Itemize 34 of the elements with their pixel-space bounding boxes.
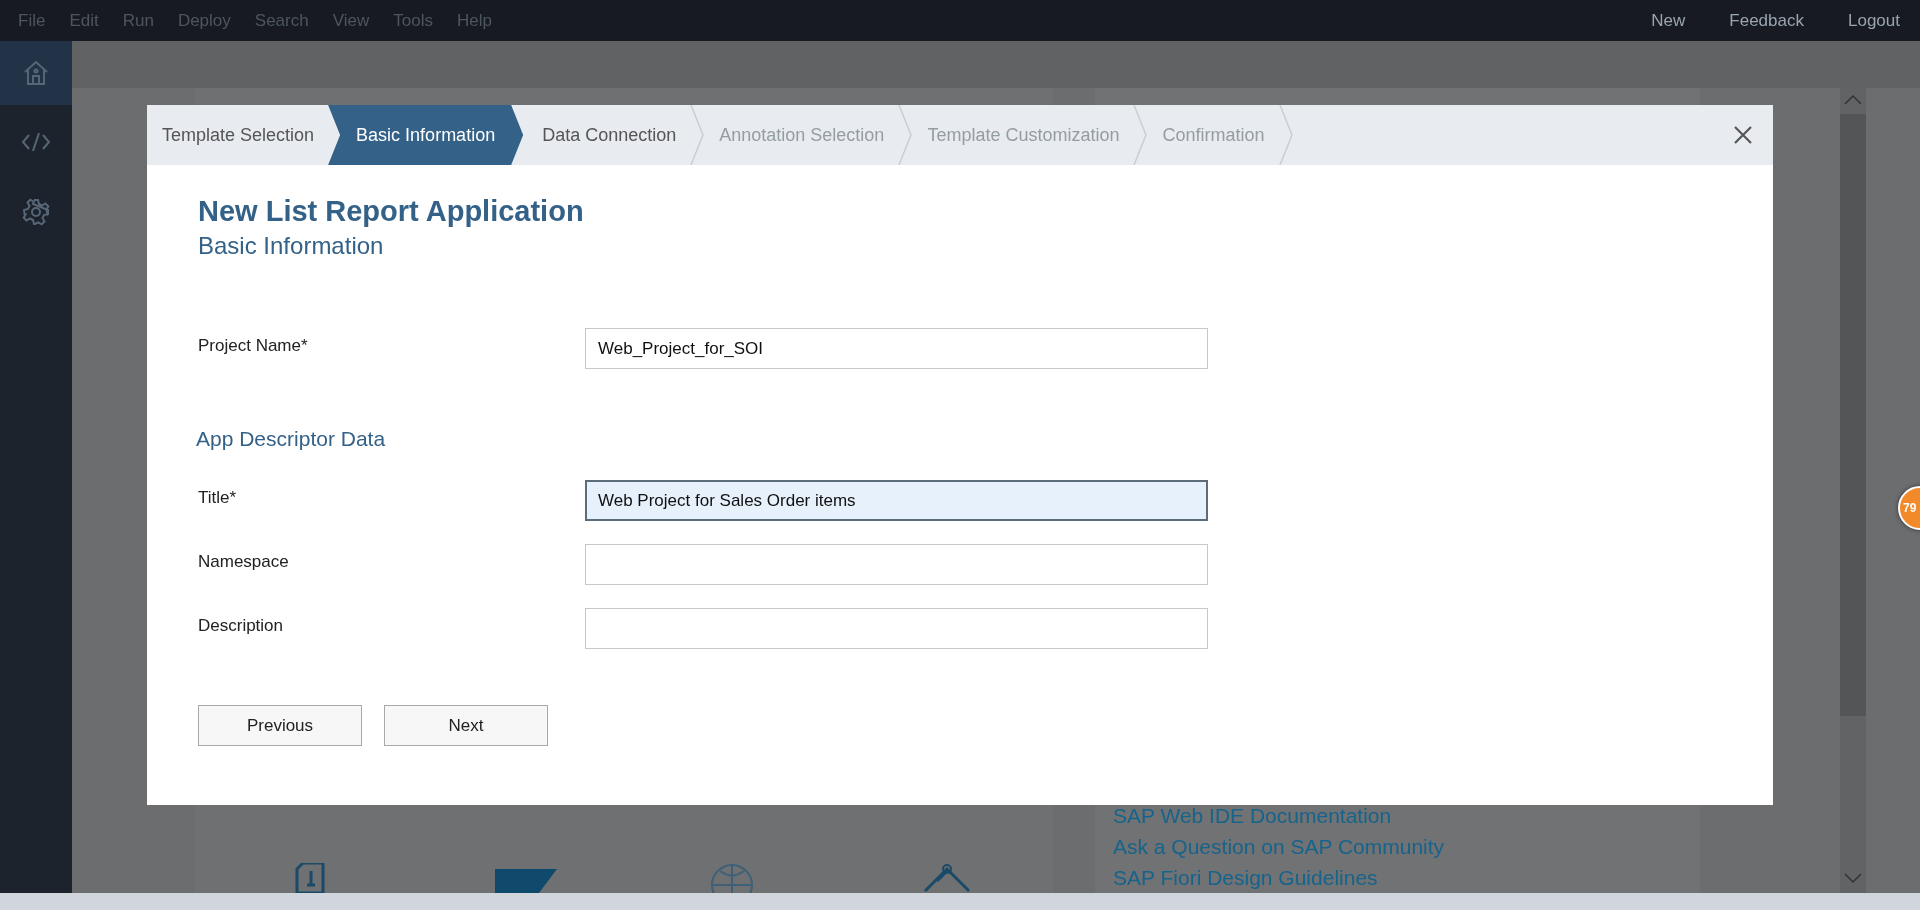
wizard-step[interactable]: Template Selection (147, 105, 315, 165)
input-field[interactable]: Web Project for Sales Order items (585, 480, 1208, 521)
scroll-up-icon[interactable] (1843, 94, 1863, 106)
help-link[interactable]: Ask a Question on SAP Community (1113, 834, 1445, 859)
field-label: Description (198, 615, 285, 636)
wizard-button[interactable]: Next (384, 705, 548, 746)
input-field[interactable] (585, 608, 1208, 649)
field-label: Namespace (198, 551, 290, 572)
toolbar-link[interactable]: Feedback (1717, 10, 1816, 31)
step-separator-icon (690, 105, 705, 165)
scrollbar-thumb[interactable] (1840, 114, 1866, 716)
scrollbar[interactable] (1840, 88, 1866, 893)
home-icon[interactable] (0, 41, 72, 105)
notification-badge[interactable]: 79 (1898, 486, 1920, 530)
help-link[interactable]: SAP Web IDE Documentation (1113, 803, 1392, 828)
dialog-subtitle: Basic Information (198, 232, 385, 260)
toolbar-link[interactable]: New (1639, 10, 1698, 31)
wizard-step[interactable]: Data Connection (527, 105, 677, 165)
step-separator-icon (1133, 105, 1148, 165)
field-label: Title* (198, 487, 238, 508)
wizard-step[interactable]: Basic Information (328, 105, 524, 165)
step-separator-icon (1278, 105, 1293, 165)
toolbar-link[interactable]: Logout (1836, 10, 1912, 31)
help-link[interactable]: SAP Fiori Design Guidelines (1113, 865, 1378, 890)
scroll-down-icon[interactable] (1843, 872, 1863, 884)
house-icon (923, 863, 971, 893)
globe-icon (710, 863, 754, 893)
input-field[interactable] (585, 544, 1208, 585)
wizard-button[interactable]: Previous (198, 705, 362, 746)
section-title: App Descriptor Data (196, 427, 387, 451)
step-separator-icon (898, 105, 913, 165)
input-field[interactable]: Web_Project_for_SOI (585, 328, 1208, 369)
dialog-title: New List Report Application (198, 195, 585, 228)
field-label: Project Name* (198, 335, 309, 356)
